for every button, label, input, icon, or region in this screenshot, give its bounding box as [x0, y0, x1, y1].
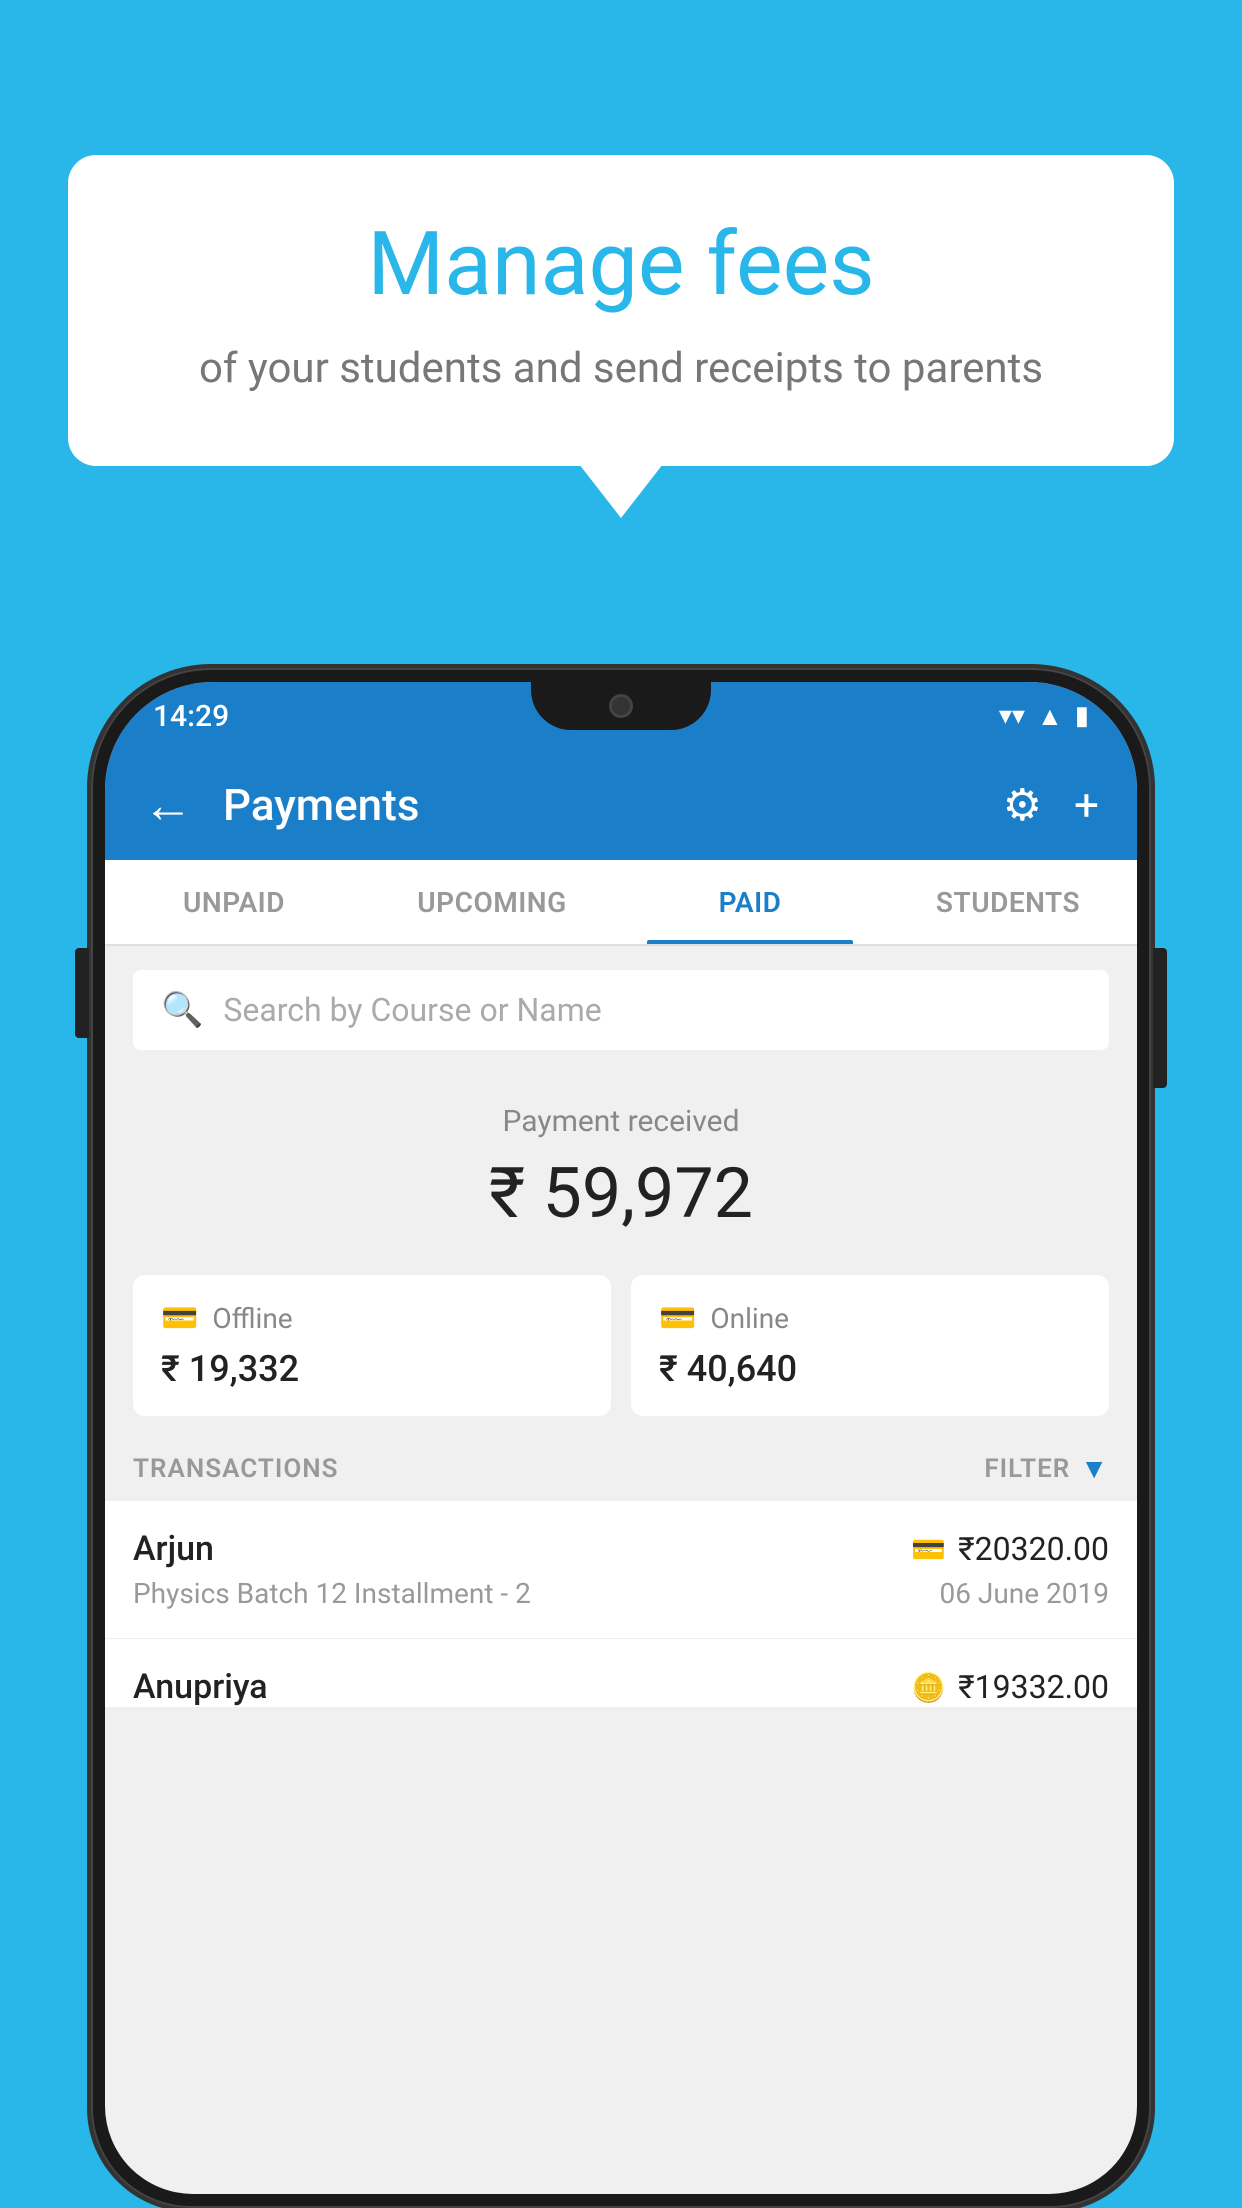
- app-bar-actions: ⚙ +: [1003, 779, 1099, 831]
- speech-bubble: Manage fees of your students and send re…: [68, 155, 1174, 466]
- transaction-amount-1: ₹20320.00: [958, 1530, 1109, 1568]
- phone-frame: 14:29 ▾▾ ▲ ▮ ← Payments ⚙ + UNPAID: [91, 668, 1151, 2208]
- search-placeholder: Search by Course or Name: [223, 991, 601, 1029]
- offline-icon: 💳: [161, 1301, 198, 1336]
- tab-paid[interactable]: PAID: [621, 860, 879, 944]
- payment-total-amount: ₹ 59,972: [133, 1153, 1109, 1235]
- online-card: 💳 Online ₹ 40,640: [631, 1275, 1109, 1416]
- transaction-sub-1: Physics Batch 12 Installment - 2 06 June…: [133, 1577, 1109, 1610]
- tab-students[interactable]: STUDENTS: [879, 860, 1137, 944]
- app-bar: ← Payments ⚙ +: [105, 750, 1137, 860]
- offline-label: Offline: [212, 1302, 292, 1335]
- online-card-header: 💳 Online: [659, 1301, 1081, 1336]
- content-area: 🔍 Search by Course or Name Payment recei…: [105, 946, 1137, 1707]
- notch: [531, 682, 711, 730]
- transaction-amount-row-2: 🪙 ₹19332.00: [911, 1668, 1109, 1706]
- speech-bubble-container: Manage fees of your students and send re…: [68, 155, 1174, 466]
- transaction-date-1: 06 June 2019: [939, 1577, 1109, 1610]
- transaction-amount-2: ₹19332.00: [958, 1668, 1109, 1706]
- search-icon: 🔍: [161, 990, 203, 1030]
- tab-upcoming[interactable]: UPCOMING: [363, 860, 621, 944]
- transaction-name-1: Arjun: [133, 1529, 214, 1569]
- transaction-mode-icon-1: 💳: [911, 1533, 946, 1566]
- filter-label: FILTER: [984, 1454, 1070, 1484]
- phone-screen: 14:29 ▾▾ ▲ ▮ ← Payments ⚙ + UNPAID: [105, 682, 1137, 2194]
- transaction-amount-row-1: 💳 ₹20320.00: [911, 1530, 1109, 1568]
- transaction-row-partial[interactable]: Anupriya 🪙 ₹19332.00: [105, 1639, 1137, 1707]
- transaction-name-2: Anupriya: [133, 1667, 268, 1707]
- phone-outer: 14:29 ▾▾ ▲ ▮ ← Payments ⚙ + UNPAID: [91, 668, 1151, 2208]
- bubble-subtitle: of your students and send receipts to pa…: [128, 342, 1114, 397]
- payment-summary: Payment received ₹ 59,972: [105, 1074, 1137, 1255]
- transactions-label: TRANSACTIONS: [133, 1454, 339, 1484]
- search-bar[interactable]: 🔍 Search by Course or Name: [133, 970, 1109, 1050]
- battery-icon: ▮: [1075, 701, 1089, 731]
- tab-unpaid[interactable]: UNPAID: [105, 860, 363, 944]
- online-icon: 💳: [659, 1301, 696, 1336]
- offline-amount: ₹ 19,332: [161, 1348, 583, 1390]
- signal-icon: ▲: [1037, 701, 1063, 732]
- online-amount: ₹ 40,640: [659, 1348, 1081, 1390]
- online-label: Online: [710, 1302, 789, 1335]
- offline-card: 💳 Offline ₹ 19,332: [133, 1275, 611, 1416]
- payment-received-label: Payment received: [133, 1104, 1109, 1139]
- offline-card-header: 💳 Offline: [161, 1301, 583, 1336]
- status-time: 14:29: [153, 699, 229, 734]
- transaction-main-2: Anupriya 🪙 ₹19332.00: [133, 1667, 1109, 1707]
- filter-icon: ▼: [1080, 1452, 1109, 1485]
- tabs: UNPAID UPCOMING PAID STUDENTS: [105, 860, 1137, 946]
- transaction-row[interactable]: Arjun 💳 ₹20320.00 Physics Batch 12 Insta…: [105, 1501, 1137, 1639]
- filter-button[interactable]: FILTER ▼: [984, 1452, 1109, 1485]
- transaction-course-1: Physics Batch 12 Installment - 2: [133, 1577, 531, 1610]
- notch-camera: [609, 694, 633, 718]
- back-button[interactable]: ←: [143, 776, 193, 835]
- add-icon[interactable]: +: [1074, 779, 1099, 831]
- transaction-mode-icon-2: 🪙: [911, 1671, 946, 1704]
- transaction-main-1: Arjun 💳 ₹20320.00: [133, 1529, 1109, 1569]
- status-icons: ▾▾ ▲ ▮: [999, 701, 1089, 732]
- app-title: Payments: [223, 779, 973, 831]
- settings-icon[interactable]: ⚙: [1003, 779, 1042, 831]
- bubble-title: Manage fees: [128, 217, 1114, 314]
- transactions-header: TRANSACTIONS FILTER ▼: [105, 1436, 1137, 1501]
- wifi-icon: ▾▾: [999, 701, 1025, 731]
- payment-cards: 💳 Offline ₹ 19,332 💳 Online ₹ 40,640: [105, 1255, 1137, 1436]
